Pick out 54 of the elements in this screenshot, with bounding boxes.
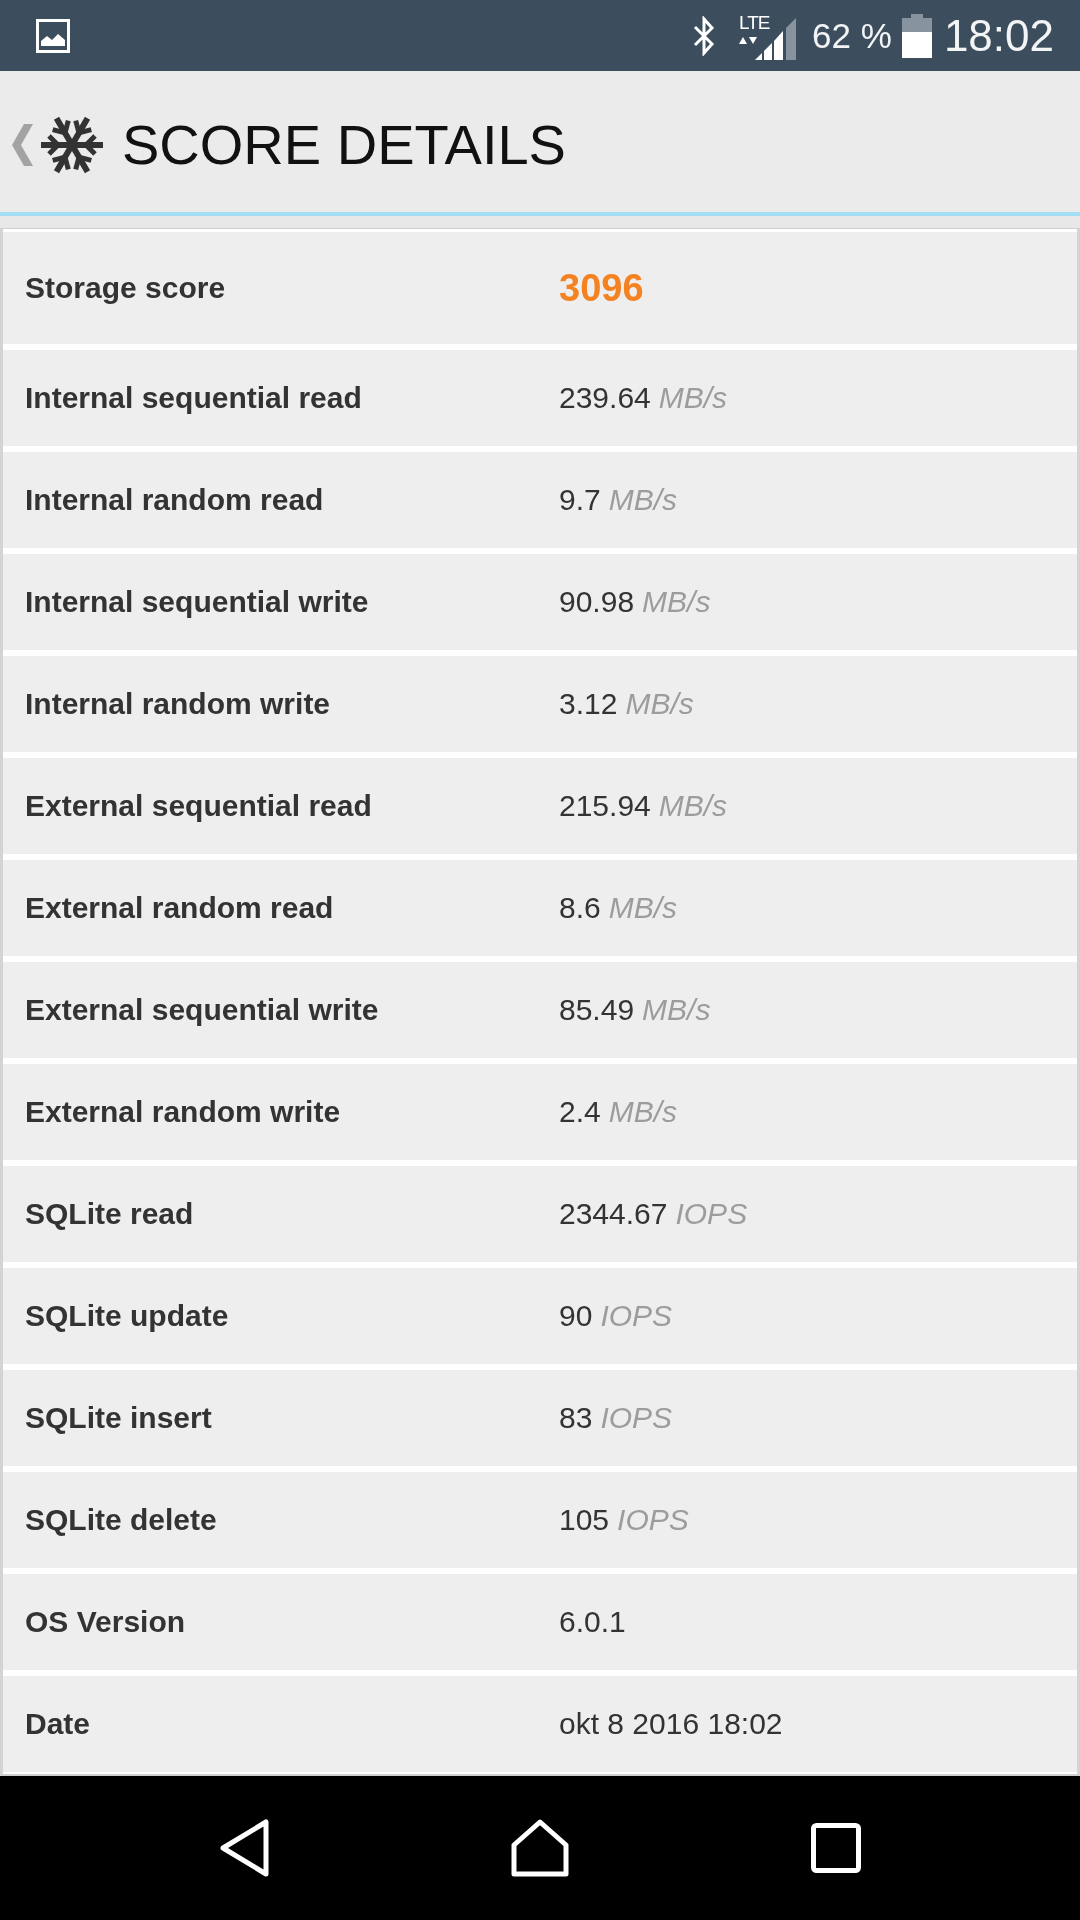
unit-text: IOPS (617, 1503, 689, 1537)
network-type-label: LTE (739, 11, 771, 34)
result-value: 83 (559, 1401, 593, 1435)
unit-text: IOPS (675, 1197, 748, 1231)
result-value: 90.98 (559, 585, 635, 619)
result-value: 9.7 (559, 483, 601, 517)
row-label: Storage score (25, 271, 226, 305)
row-label: SQLite delete (25, 1503, 217, 1537)
row-label: External sequential write (25, 993, 379, 1027)
row-label: OS Version (25, 1605, 186, 1639)
clock-time: 18:02 (943, 10, 1054, 61)
result-value: 215.94 (559, 789, 651, 823)
row-label: Internal sequential write (25, 585, 369, 619)
unit-text: MB/s (658, 789, 728, 823)
row-label: External random write (25, 1095, 341, 1129)
page-title: SCORE DETAILS (122, 112, 566, 177)
home-icon[interactable] (510, 1819, 569, 1877)
row-label: Internal sequential read (25, 381, 362, 415)
battery-icon (901, 13, 932, 58)
result-value: okt 8 2016 18:02 (559, 1707, 783, 1741)
back-icon[interactable] (219, 1819, 269, 1877)
battery-percent: 62 % (812, 15, 892, 56)
row-label: External random read (25, 891, 334, 925)
row-label: SQLite read (25, 1197, 194, 1231)
row-label: Internal random write (25, 687, 331, 721)
image-icon (36, 18, 70, 53)
data-arrows-icon (739, 35, 758, 45)
result-value: 239.64 (559, 381, 651, 415)
result-value: 3.12 (559, 687, 618, 721)
unit-text: MB/s (608, 483, 678, 517)
unit-text: MB/s (658, 381, 728, 415)
unit-text: MB/s (642, 993, 711, 1027)
result-value: 2344.67 (559, 1197, 668, 1231)
snowflake-icon (39, 114, 105, 175)
row-label: External sequential read (25, 789, 372, 823)
unit-text: MB/s (642, 585, 711, 619)
result-value: 6.0.1 (559, 1605, 626, 1639)
unit-text: MB/s (608, 891, 678, 925)
bluetooth-icon (693, 15, 716, 56)
result-value: 8.6 (559, 891, 601, 925)
result-value: 2.4 (559, 1095, 601, 1129)
result-value: 105 (559, 1503, 610, 1537)
result-value: 90 (559, 1299, 593, 1333)
row-label: SQLite update (25, 1299, 229, 1333)
recents-icon[interactable] (810, 1823, 861, 1873)
row-label: Internal random read (25, 483, 324, 517)
unit-text: MB/s (608, 1095, 678, 1129)
unit-text: IOPS (600, 1299, 673, 1333)
unit-text: IOPS (600, 1401, 673, 1435)
unit-text: MB/s (625, 687, 694, 721)
row-label: SQLite insert (25, 1401, 212, 1435)
result-value: 85.49 (559, 993, 635, 1027)
row-label: Date (25, 1707, 91, 1741)
score-value: 3096 (559, 266, 644, 310)
